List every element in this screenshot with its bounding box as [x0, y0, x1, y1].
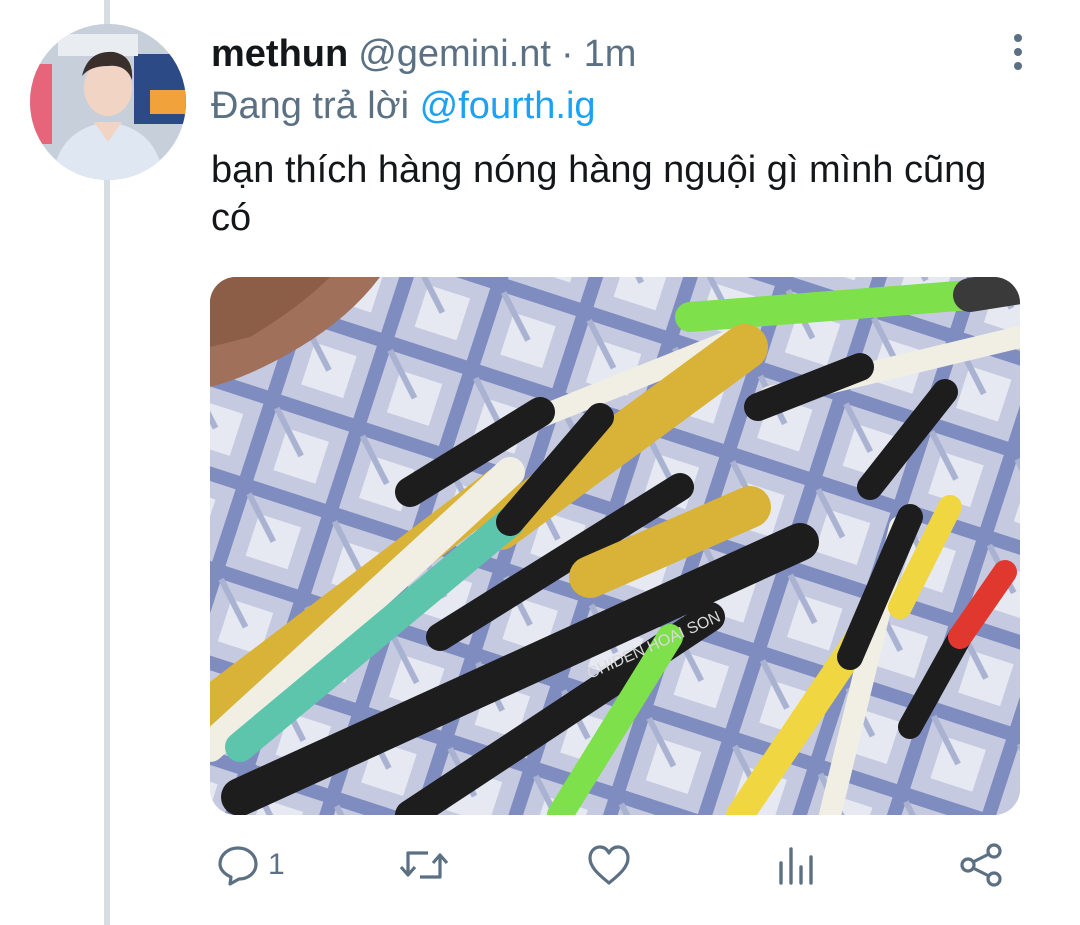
heart-icon [588, 845, 630, 885]
share-icon [960, 843, 1002, 887]
user-handle[interactable]: @gemini.nt [358, 30, 551, 78]
avatar[interactable] [30, 24, 186, 180]
tweet-text: bạn thích hàng nóng hàng nguội gì mình c… [211, 149, 987, 239]
more-dot [1014, 62, 1022, 70]
tweet-media[interactable]: CHIDEN HOAI SON [210, 277, 1020, 815]
media-photo: CHIDEN HOAI SON [210, 277, 1020, 815]
timestamp[interactable]: 1m [584, 30, 637, 78]
retweet-icon [399, 851, 449, 879]
reply-context: Đang trả lời @fourth.ig [211, 82, 596, 130]
like-button[interactable] [586, 835, 632, 895]
display-name[interactable]: methun [211, 30, 348, 78]
tweet-header: methun @gemini.nt · 1m [211, 30, 636, 78]
retweet-button[interactable] [398, 835, 450, 895]
share-button[interactable] [958, 835, 1004, 895]
tweet-actions: 1 [210, 835, 1020, 895]
reply-count: 1 [268, 848, 285, 881]
avatar-image [30, 24, 186, 180]
reply-button[interactable]: 1 [216, 835, 285, 895]
reply-prefix: Đang trả lời [211, 85, 410, 127]
analytics-icon [779, 847, 813, 885]
more-dot [1014, 34, 1022, 42]
analytics-button[interactable] [776, 835, 816, 895]
more-dot [1014, 48, 1022, 56]
reply-to-handle[interactable]: @fourth.ig [420, 85, 596, 127]
separator: · [560, 33, 574, 75]
more-icon[interactable] [1000, 30, 1036, 74]
reply-icon [218, 846, 258, 886]
